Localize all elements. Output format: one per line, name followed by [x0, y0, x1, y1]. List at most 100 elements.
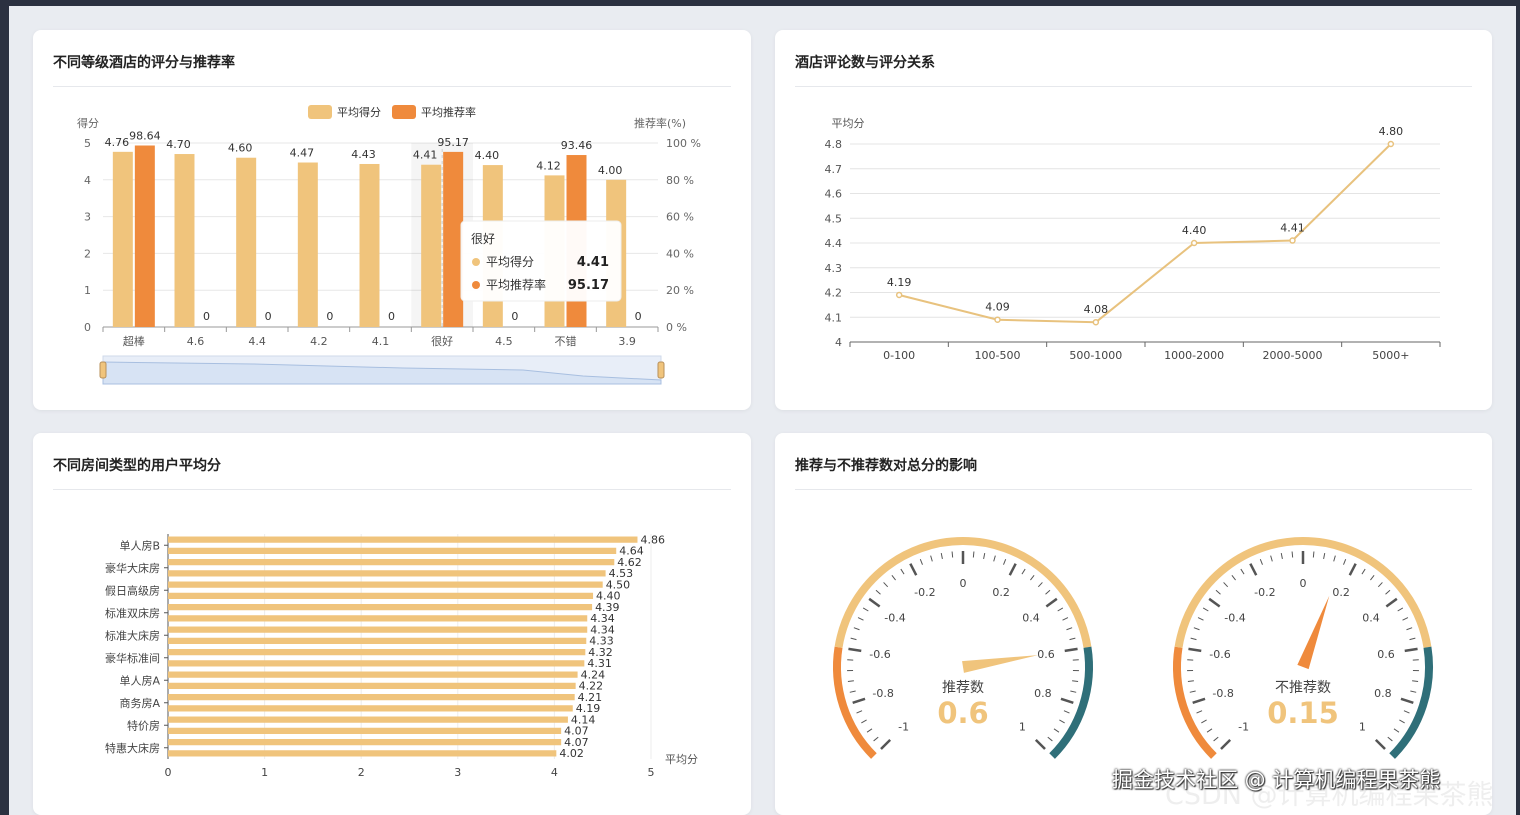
gauge-minor-tick: [983, 552, 986, 560]
gauge-minor-tick: [1037, 582, 1043, 588]
x-tick-label: 很好: [431, 334, 453, 348]
gauge-minor-tick: [1402, 617, 1409, 621]
gauge-minor-tick: [1197, 617, 1204, 621]
bar: [168, 559, 615, 566]
bar: [168, 716, 568, 723]
gauge-minor-tick: [1385, 589, 1391, 595]
bar-label-score: 4.70: [166, 138, 191, 151]
gauge-minor-tick: [1021, 568, 1026, 575]
gauge-minor-tick: [847, 680, 854, 683]
y-tick-label: 4.7: [825, 163, 843, 176]
bar: [168, 739, 562, 746]
data-point: [1092, 318, 1100, 326]
y-tick-label: 4: [835, 336, 842, 349]
y-tick-label-right: 100 %: [666, 137, 701, 150]
grade-score-rate-chart[interactable]: 0 1 2 3 4 5 0 % 20 % 40 % 60 % 80 % 100 % 得分 推荐率(%) 超棒…: [33, 30, 751, 410]
room-type-bar-chart[interactable]: 0 1 2 3 4 5平均分4.864.644.624.534.504.404.394.3…: [33, 433, 751, 815]
x-tick-label: 4.6: [187, 335, 205, 348]
bar-label-score: 4.00: [598, 164, 623, 177]
gauge-minor-tick: [850, 637, 857, 641]
bar: [168, 727, 562, 734]
data-point: [1387, 140, 1395, 148]
gauge-major-tick: [1064, 647, 1078, 653]
gauge-minor-tick: [1280, 552, 1283, 560]
gauge-minor-tick: [1070, 690, 1077, 693]
gauge-minor-tick: [1409, 637, 1416, 641]
gauge-tick-label: 0.4: [1022, 612, 1040, 625]
bar-label-rate: 0: [635, 310, 642, 323]
gauge-minor-tick: [1059, 719, 1065, 724]
gauge-tick-label: -0.8: [1212, 687, 1233, 700]
tooltip-series-name: 平均推荐率: [486, 277, 546, 292]
reviews-score-line-chart[interactable]: 4 4.1 4.2 4.3 4.4 4.5 4.6 4.7 4.8 平均分 0-100 4.19 100…: [775, 30, 1492, 410]
gauge-major-tick: [1034, 738, 1046, 750]
y-tick-label: 特惠大床房: [105, 741, 160, 755]
gauge-name: 不推荐数: [1275, 680, 1331, 696]
bar-score: [421, 164, 442, 327]
window-left-edge: [0, 0, 9, 815]
x-tick-label: 1: [261, 766, 268, 779]
gauge-minor-tick: [1045, 589, 1051, 595]
y-tick-label-right: 0 %: [666, 321, 687, 334]
y-tick-label: 商务房A: [119, 696, 160, 710]
gauge-minor-tick: [1187, 680, 1194, 683]
gauge-minor-tick: [891, 575, 896, 581]
legend-label-score: 平均得分: [337, 106, 381, 119]
window-top-edge: [0, 0, 1520, 6]
gauge-minor-tick: [1231, 575, 1236, 581]
bar-label-rate: 0: [511, 310, 518, 323]
x-tick-label: 500-1000: [1069, 349, 1122, 362]
bar-label-rate: 95.17: [437, 136, 469, 149]
gauge-minor-tick: [1412, 680, 1419, 683]
gauge-tick-label: 1: [1359, 720, 1366, 733]
bar-label-rate: 93.46: [561, 139, 593, 152]
gauge-tick-label: -0.6: [1209, 648, 1230, 661]
gauge-pointer: [1297, 595, 1330, 670]
gauge-minor-tick: [1057, 607, 1064, 612]
card-recommend-gauges: 推荐与不推荐数对总分的影响 -1 -0.8 -0.6 -0.4 -0.2 0 0.2 0.4 0…: [775, 433, 1492, 815]
gauge-major-tick: [1400, 697, 1414, 705]
y-tick-label-left: 1: [84, 284, 91, 297]
data-point: [994, 316, 1001, 323]
gauge-minor-tick: [1361, 568, 1366, 575]
gauge-tick-label: 0.8: [1034, 687, 1052, 700]
y-tick-label: 4.2: [825, 287, 843, 300]
gauge-minor-tick: [1069, 637, 1076, 641]
x-tick-label: 4.1: [372, 335, 390, 348]
bar-score: [174, 154, 195, 327]
bar-label-score: 4.47: [290, 147, 315, 160]
y-tick-label: 4.4: [825, 237, 843, 250]
gauge-minor-tick: [1047, 736, 1053, 742]
gauge-major-tick: [1008, 563, 1017, 576]
x-tick-label: 5: [648, 766, 655, 779]
y-tick-label-left: 4: [84, 174, 91, 187]
gauge-minor-tick: [1333, 555, 1336, 562]
gauge-tick-label: 0.2: [992, 586, 1010, 599]
legend-swatch-rate: [392, 105, 416, 119]
gauge-minor-tick: [951, 551, 954, 558]
bar-score: [297, 162, 318, 327]
data-label: 4.41: [1280, 222, 1305, 235]
card-grade-score-rate: 不同等级酒店的评分与推荐率 0123450 % 20 % 40 % 60 % 80 % 1…: [33, 30, 751, 410]
gauge-minor-tick: [900, 568, 905, 575]
gauge-major-tick: [1404, 647, 1418, 653]
y-tick-label-left: 3: [84, 211, 91, 224]
tooltip-dot: [472, 258, 480, 266]
gauge-minor-tick: [1066, 627, 1073, 631]
gauge-minor-tick: [1387, 736, 1393, 742]
y-tick-label: 单人房B: [119, 539, 160, 552]
bar-score: [112, 151, 133, 327]
window-right-edge: [1516, 0, 1520, 815]
bar-label-rate: 0: [203, 310, 210, 323]
gauge-minor-tick: [1223, 582, 1229, 588]
gauge-minor-tick: [849, 690, 856, 693]
data-label: 4.08: [1084, 303, 1109, 316]
gauge-minor-tick: [875, 589, 881, 595]
recommend-gauge-chart[interactable]: -1-0.8-0.6-0.4-0.200.20.40.60.81推荐数0.6 -1…: [775, 433, 1492, 815]
gauge-tick-label: 1: [1019, 720, 1026, 733]
gauge-name: 推荐数: [942, 680, 984, 696]
gauge-minor-tick: [853, 627, 860, 631]
x-tick-label: 超棒: [123, 334, 145, 348]
y-axis-title-left: 得分: [77, 117, 99, 130]
gauge-minor-tick: [1399, 719, 1405, 724]
